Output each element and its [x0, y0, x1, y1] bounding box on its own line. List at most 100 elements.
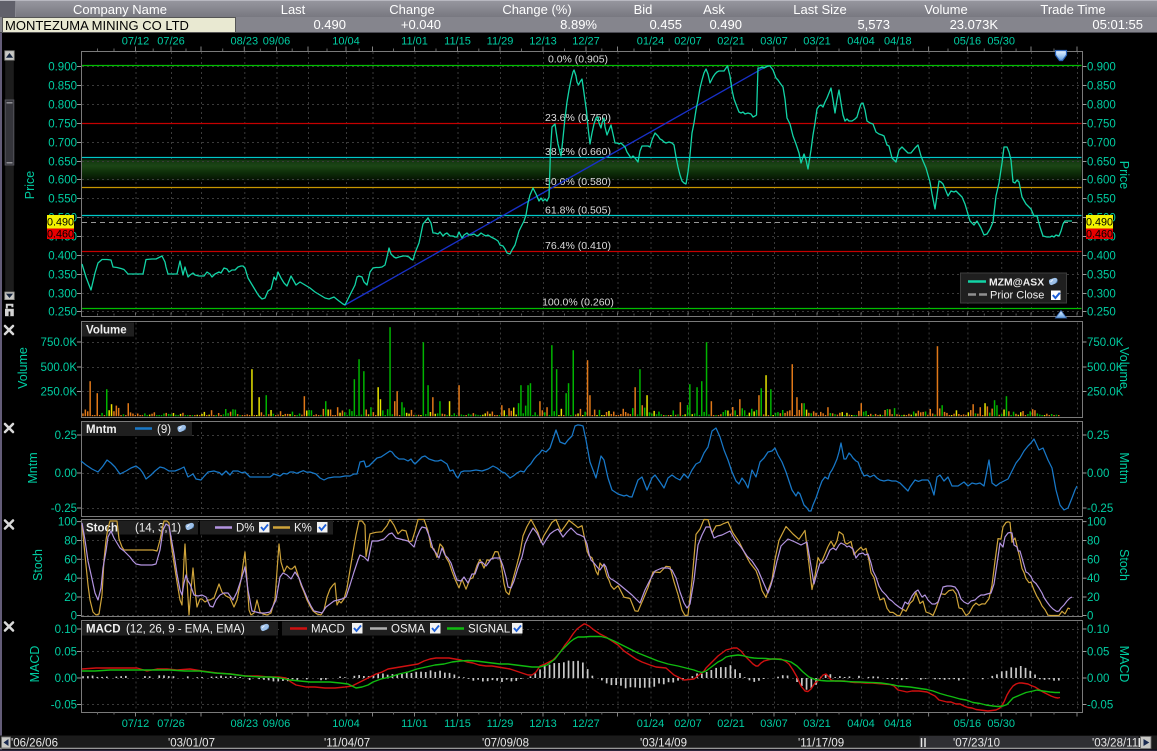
svg-text:MACD: MACD: [1117, 646, 1131, 683]
svg-text:01/24: 01/24: [637, 36, 665, 48]
svg-text:0.25: 0.25: [55, 430, 77, 442]
svg-text:0.10: 0.10: [1087, 624, 1109, 636]
svg-text:12/27: 12/27: [572, 718, 600, 730]
svg-text:'03/14/09: '03/14/09: [640, 738, 687, 750]
svg-text:60: 60: [64, 554, 77, 566]
svg-text:05/30: 05/30: [987, 718, 1015, 730]
svg-text:0.400: 0.400: [48, 251, 77, 263]
svg-text:02/07: 02/07: [674, 718, 702, 730]
svg-text:'11/04/07: '11/04/07: [324, 738, 370, 750]
svg-text:0.490: 0.490: [1086, 217, 1113, 229]
svg-text:0.0% (0.905): 0.0% (0.905): [548, 54, 608, 66]
svg-text:0.460: 0.460: [47, 229, 74, 241]
svg-text:100.0% (0.260): 100.0% (0.260): [542, 297, 614, 309]
svg-text:0.900: 0.900: [48, 62, 77, 74]
svg-text:40: 40: [1087, 573, 1100, 585]
svg-text:0.400: 0.400: [1087, 251, 1116, 263]
svg-text:K%: K%: [294, 523, 312, 535]
svg-text:05/16: 05/16: [954, 36, 982, 48]
svg-text:100: 100: [58, 517, 77, 529]
svg-text:0.750: 0.750: [1087, 119, 1116, 131]
svg-text:0.300: 0.300: [48, 289, 77, 301]
svg-text:08/23: 08/23: [231, 718, 259, 730]
svg-text:100: 100: [1087, 517, 1106, 529]
svg-text:03/21: 03/21: [803, 718, 831, 730]
svg-text:0.600: 0.600: [1087, 175, 1116, 187]
svg-text:Volume: Volume: [16, 347, 30, 389]
svg-text:(14, 3, 1): (14, 3, 1): [135, 523, 181, 535]
svg-text:0.550: 0.550: [1087, 194, 1116, 206]
svg-text:Volume: Volume: [86, 325, 127, 337]
svg-text:0.00: 0.00: [55, 673, 77, 685]
svg-text:0.00: 0.00: [55, 468, 77, 480]
svg-text:Prior Close: Prior Close: [990, 290, 1044, 302]
svg-text:-0.25: -0.25: [51, 503, 77, 515]
svg-text:11/29: 11/29: [487, 36, 514, 48]
svg-text:09/06: 09/06: [263, 718, 291, 730]
svg-text:02/07: 02/07: [674, 36, 702, 48]
svg-text:0.05: 0.05: [1087, 647, 1109, 659]
svg-text:20: 20: [64, 592, 77, 604]
svg-text:80: 80: [1087, 536, 1100, 548]
svg-text:'06/26/06: '06/26/06: [11, 738, 58, 750]
svg-text:Stoch: Stoch: [1117, 549, 1131, 581]
svg-text:Price: Price: [1117, 161, 1131, 190]
svg-text:-0.25: -0.25: [1087, 503, 1113, 515]
svg-text:04/04: 04/04: [847, 36, 875, 48]
svg-text:0.350: 0.350: [1087, 270, 1116, 282]
svg-text:38.2% (0.660): 38.2% (0.660): [545, 146, 611, 158]
svg-text:08/23: 08/23: [231, 36, 259, 48]
svg-text:0.700: 0.700: [1087, 138, 1116, 150]
svg-text:-0.05: -0.05: [1087, 700, 1113, 712]
svg-text:0.850: 0.850: [1087, 81, 1116, 93]
svg-text:MACD: MACD: [311, 624, 345, 636]
svg-text:'07/23/10: '07/23/10: [953, 738, 1000, 750]
svg-text:-0.05: -0.05: [51, 700, 77, 712]
svg-text:0.250: 0.250: [1087, 307, 1116, 319]
svg-text:250.0K: 250.0K: [41, 387, 78, 399]
svg-text:750.0K: 750.0K: [41, 337, 78, 349]
svg-text:0.800: 0.800: [1087, 100, 1116, 112]
svg-text:07/26: 07/26: [157, 718, 185, 730]
svg-text:MACD: MACD: [28, 646, 42, 683]
svg-text:Stoch: Stoch: [86, 523, 118, 535]
svg-text:0.300: 0.300: [1087, 289, 1116, 301]
svg-text:'11/17/09: '11/17/09: [798, 738, 844, 750]
svg-text:Mntm: Mntm: [86, 424, 117, 436]
svg-text:76.4% (0.410): 76.4% (0.410): [545, 240, 611, 252]
svg-text:D%: D%: [236, 523, 255, 535]
svg-text:OSMA: OSMA: [391, 624, 425, 636]
svg-text:04/18: 04/18: [884, 36, 912, 48]
svg-text:10/04: 10/04: [332, 36, 360, 48]
svg-text:10/04: 10/04: [332, 718, 360, 730]
svg-text:0.460: 0.460: [1086, 229, 1113, 241]
svg-text:12/27: 12/27: [572, 36, 600, 48]
svg-text:SIGNAL: SIGNAL: [468, 624, 511, 636]
svg-text:0.05: 0.05: [55, 647, 77, 659]
svg-text:03/07: 03/07: [760, 718, 788, 730]
svg-text:0.850: 0.850: [48, 81, 77, 93]
svg-text:01/24: 01/24: [637, 718, 665, 730]
svg-text:MZM@ASX: MZM@ASX: [989, 278, 1044, 289]
svg-text:0.490: 0.490: [47, 217, 74, 229]
svg-text:0.00: 0.00: [1087, 468, 1109, 480]
svg-text:0.800: 0.800: [48, 100, 77, 112]
svg-text:0: 0: [71, 611, 77, 623]
svg-text:500.0K: 500.0K: [41, 362, 78, 374]
svg-text:03/21: 03/21: [803, 36, 831, 48]
svg-text:Stoch: Stoch: [31, 549, 45, 581]
svg-text:11/01: 11/01: [401, 718, 428, 730]
svg-text:(9): (9): [157, 424, 171, 436]
svg-text:11/15: 11/15: [444, 36, 471, 48]
svg-text:80: 80: [64, 536, 77, 548]
svg-text:11/29: 11/29: [487, 718, 514, 730]
svg-text:0.550: 0.550: [48, 194, 77, 206]
svg-text:(12, 26, 9 - EMA, EMA): (12, 26, 9 - EMA, EMA): [126, 624, 245, 636]
svg-text:'03/01/07: '03/01/07: [168, 738, 215, 750]
svg-text:02/21: 02/21: [717, 718, 745, 730]
svg-text:0: 0: [1087, 611, 1093, 623]
svg-text:04/18: 04/18: [884, 718, 912, 730]
svg-text:23.6% (0.750): 23.6% (0.750): [545, 112, 611, 124]
svg-text:'07/09/08: '07/09/08: [482, 738, 529, 750]
svg-text:MACD: MACD: [86, 624, 121, 636]
